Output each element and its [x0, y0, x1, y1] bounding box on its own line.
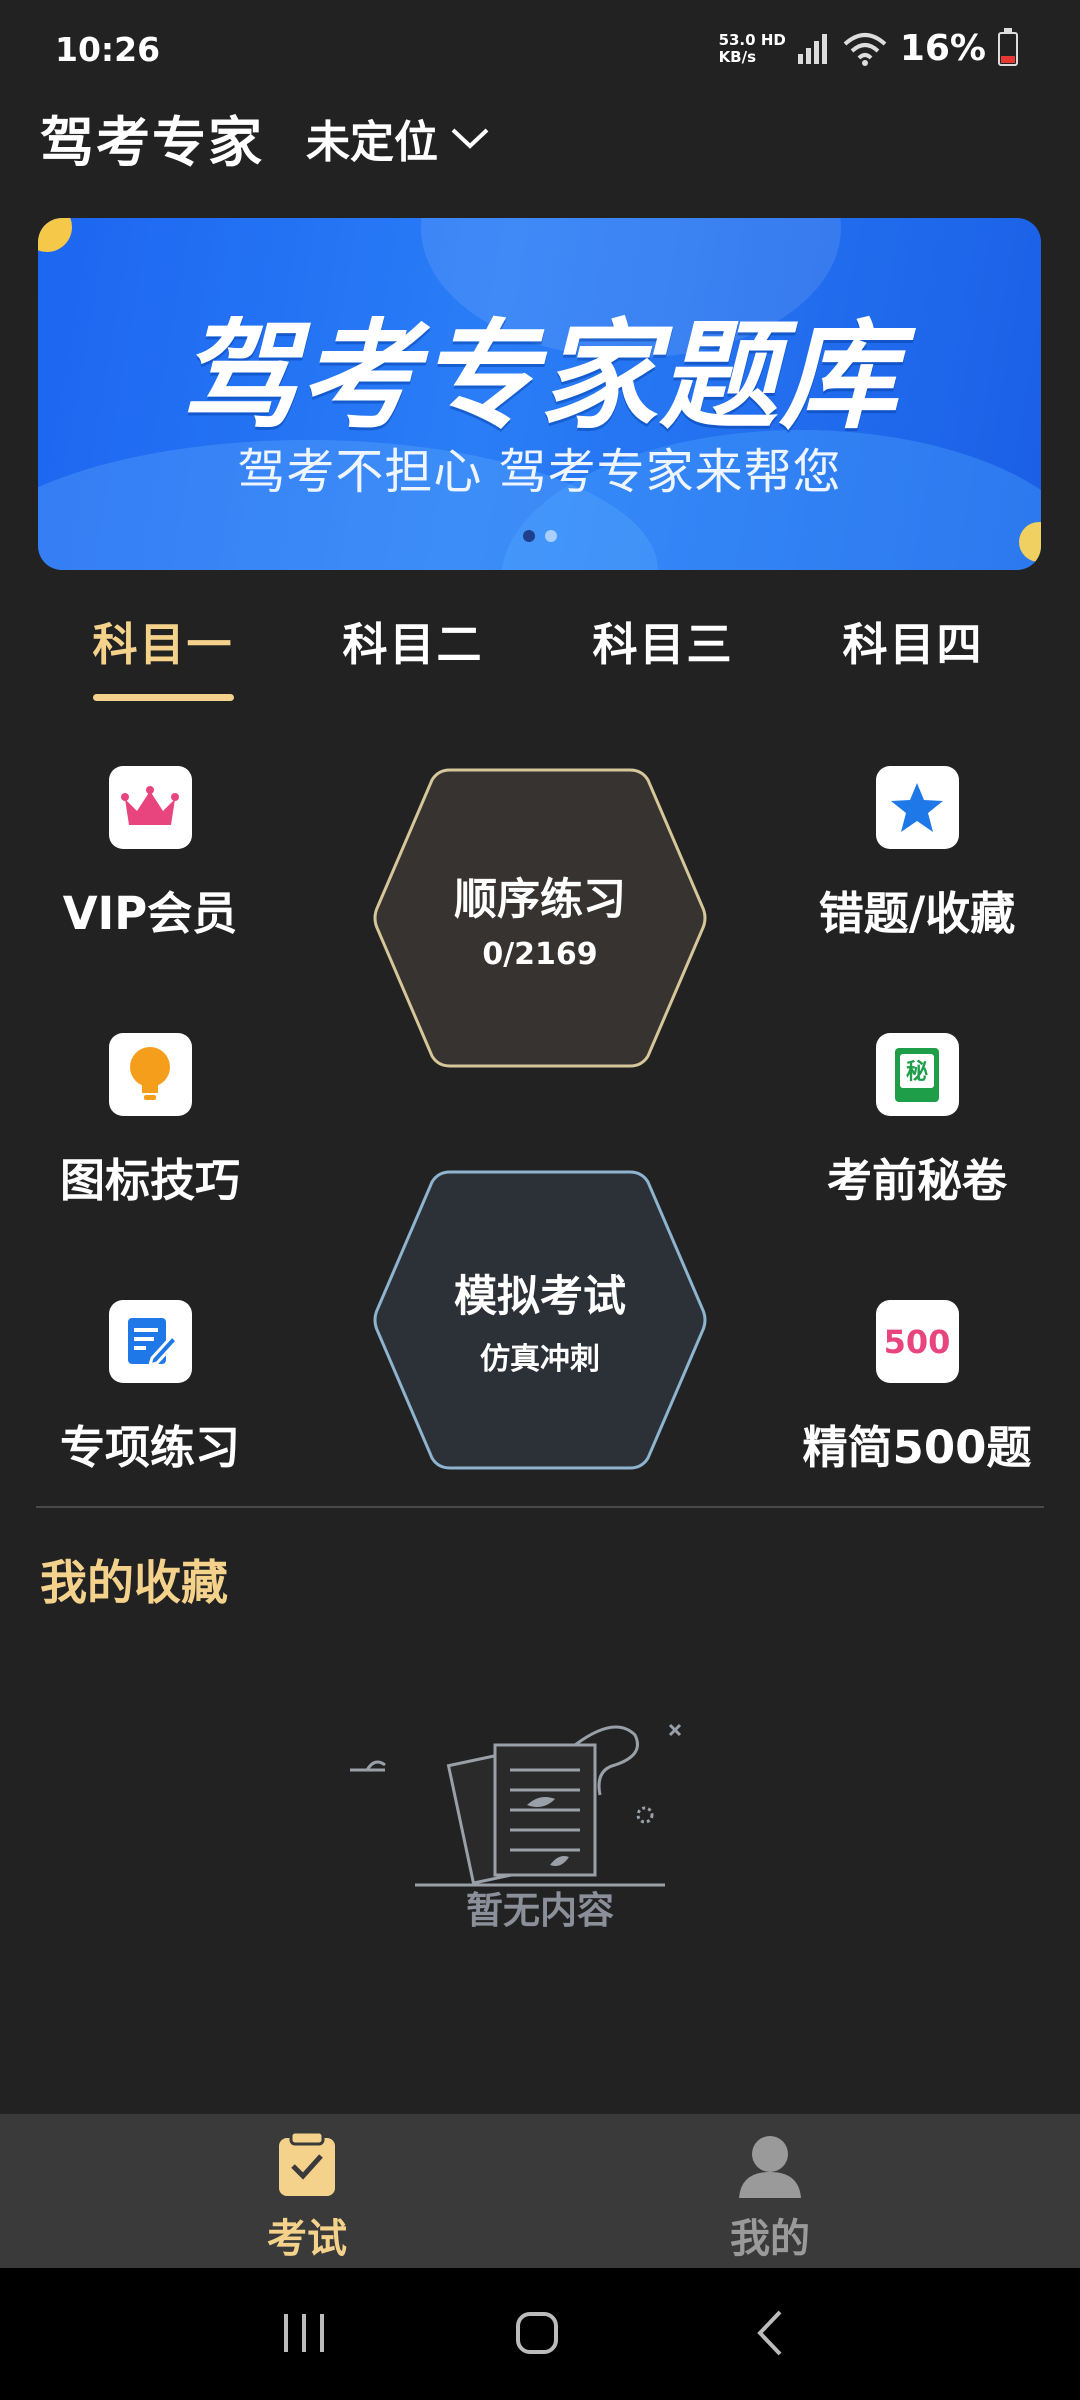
- svg-text:秘: 秘: [906, 1059, 928, 1085]
- app-header: 驾考专家 未定位: [40, 98, 490, 177]
- lightbulb-icon: [130, 1046, 170, 1100]
- banner-subtitle: 驾考不担心 驾考专家来帮您: [237, 444, 842, 500]
- star-icon: [891, 782, 943, 832]
- simple-500-label: 精简500题: [802, 1421, 1032, 1474]
- wifi-icon: [843, 32, 887, 66]
- edit-document-icon: [128, 1317, 178, 1367]
- status-bar: 10:26 53.0 HD KB/s 16%: [0, 0, 1080, 100]
- wrong-favorites-button[interactable]: 错题/收藏: [797, 766, 1037, 942]
- nav-exam-tab[interactable]: 考试: [207, 2130, 407, 2264]
- active-tab-indicator: [93, 694, 234, 701]
- location-label: 未定位: [306, 116, 438, 168]
- system-navigation-bar: [0, 2268, 1080, 2400]
- tab-subject-three[interactable]: 科目三: [563, 608, 763, 673]
- favorites-title: 我的收藏: [40, 1556, 228, 1611]
- tab-subject-two[interactable]: 科目二: [313, 608, 513, 673]
- practice-title: 顺序练习: [454, 874, 626, 925]
- banner-pagination: [38, 530, 1041, 542]
- secret-exam-button[interactable]: 秘 考前秘卷: [797, 1033, 1037, 1209]
- pagination-dot[interactable]: [522, 530, 535, 542]
- app-title: 驾考专家: [40, 111, 264, 174]
- secret-label: 考前秘卷: [826, 1154, 1007, 1207]
- sequential-practice-button[interactable]: 顺序练习 0/2169: [372, 766, 708, 1070]
- tab-subject-four[interactable]: 科目四: [813, 608, 1013, 673]
- tips-label: 图标技巧: [59, 1154, 240, 1207]
- icon-tips-button[interactable]: 图标技巧: [30, 1033, 270, 1209]
- secret-book-icon: 秘: [895, 1047, 939, 1102]
- special-practice-button[interactable]: 专项练习: [30, 1300, 270, 1476]
- battery-icon: [998, 27, 1018, 66]
- status-indicators: 53.0 HD KB/s 16%: [718, 27, 1018, 69]
- wrong-favorites-label: 错题/收藏: [818, 887, 1016, 940]
- battery-percent: 16%: [899, 28, 986, 69]
- exam-subtitle: 仿真冲刺: [480, 1342, 600, 1377]
- nav-mine-tab[interactable]: 我的: [670, 2132, 870, 2264]
- home-icon[interactable]: [514, 2308, 560, 2358]
- nav-exam-label: 考试: [267, 2216, 347, 2262]
- promo-banner[interactable]: 驾考专家题库 驾考不担心 驾考专家来帮您: [38, 218, 1041, 570]
- exam-title: 模拟考试: [454, 1272, 626, 1322]
- mock-exam-button[interactable]: 模拟考试 仿真冲刺: [372, 1168, 708, 1472]
- crown-icon: [121, 785, 179, 825]
- nav-mine-label: 我的: [730, 2216, 810, 2262]
- practice-progress: 0/2169: [482, 936, 598, 972]
- section-divider: [36, 1506, 1044, 1508]
- banner-title: 驾考专家题库: [179, 307, 900, 445]
- special-label: 专项练习: [59, 1421, 240, 1474]
- recent-apps-icon[interactable]: [282, 2308, 328, 2358]
- simple-500-button[interactable]: 500 精简500题: [797, 1300, 1037, 1476]
- back-icon[interactable]: [752, 2308, 788, 2358]
- person-icon: [739, 2136, 801, 2198]
- chevron-down-icon: [451, 128, 489, 149]
- location-selector[interactable]: 未定位: [306, 106, 490, 170]
- pagination-dot[interactable]: [544, 530, 557, 542]
- 500-icon: 500: [883, 1322, 951, 1361]
- tab-subject-one[interactable]: 科目一: [63, 608, 263, 673]
- empty-state-text: 暂无内容: [466, 1889, 614, 1932]
- signal-icon: [797, 33, 827, 64]
- clipboard-check-icon: [279, 2130, 335, 2196]
- subject-tabs: 科目一 科目二 科目三 科目四: [0, 600, 1080, 710]
- vip-member-button[interactable]: VIP会员: [30, 766, 270, 942]
- bottom-navigation: 考试 我的: [0, 2114, 1080, 2268]
- network-speed: 53.0 HD KB/s: [718, 30, 786, 66]
- vip-label: VIP会员: [62, 887, 238, 940]
- status-time: 10:26: [55, 30, 161, 69]
